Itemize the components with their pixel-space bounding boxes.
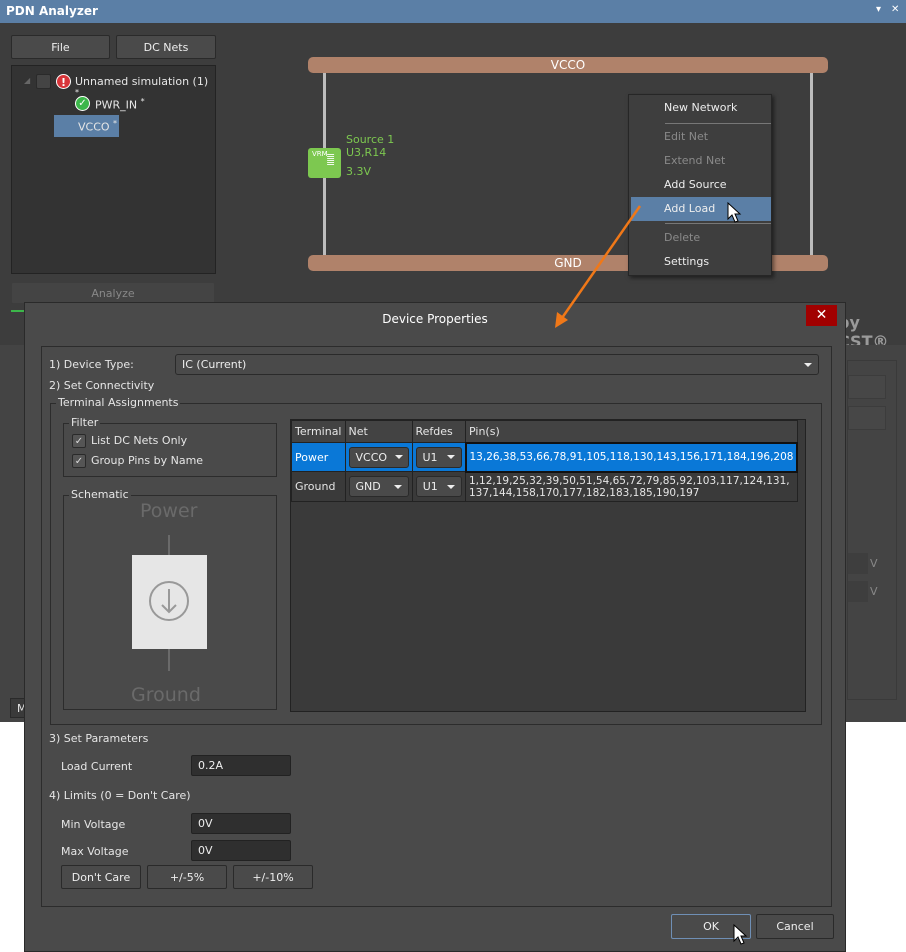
refdes-dropdown[interactable]: U1	[415, 446, 462, 468]
menu-add-source[interactable]: Add Source	[629, 173, 771, 197]
background-panel: V V	[847, 360, 897, 700]
schematic-label: Schematic	[69, 488, 131, 501]
menu-new-network[interactable]: New Network	[629, 96, 771, 120]
branch-line	[810, 73, 813, 255]
menu-settings[interactable]: Settings	[629, 250, 771, 274]
menu-delete[interactable]: Delete	[629, 226, 771, 250]
connectivity-label: 2) Set Connectivity	[49, 379, 155, 392]
chevron-down-icon	[804, 362, 812, 367]
col-refdes[interactable]: Refdes	[411, 420, 466, 443]
window-title: PDN Analyzer	[6, 4, 98, 18]
filter-group	[63, 423, 277, 477]
group-pins-checkbox[interactable]: ✓	[72, 454, 86, 468]
close-icon[interactable]: ✕	[891, 4, 899, 15]
error-icon: !	[56, 74, 71, 89]
terminal-table: Terminal Net Refdes Pin(s) Power VCCO U1…	[290, 419, 806, 712]
terminal-cell: Power	[291, 442, 346, 472]
pins-cell[interactable]: 1,12,19,25,32,39,50,51,54,65,72,79,85,92…	[465, 471, 798, 502]
file-button[interactable]: File	[11, 35, 110, 59]
parameters-label: 3) Set Parameters	[49, 732, 149, 745]
vrm-label: VRM	[312, 150, 328, 158]
max-voltage-input[interactable]: 0V	[191, 840, 291, 861]
menu-edit-net[interactable]: Edit Net	[629, 125, 771, 149]
current-source-icon	[149, 581, 189, 621]
col-terminal[interactable]: Terminal	[291, 420, 346, 443]
plus-minus-10-button[interactable]: +/-10%	[233, 865, 313, 889]
cancel-button[interactable]: Cancel	[756, 914, 834, 939]
mouse-cursor-icon	[727, 202, 742, 223]
limits-label: 4) Limits (0 = Don't Care)	[49, 789, 191, 802]
analyze-button[interactable]: Analyze	[11, 282, 215, 304]
col-net[interactable]: Net	[344, 420, 413, 443]
source-voltage: 3.3V	[346, 165, 372, 178]
group-pins-label: Group Pins by Name	[91, 454, 204, 467]
dialog-close-button[interactable]: ✕	[806, 305, 837, 326]
dc-nets-button[interactable]: DC Nets	[116, 35, 216, 59]
plus-minus-5-button[interactable]: +/-5%	[147, 865, 227, 889]
table-row-power[interactable]: Power VCCO U1 13,26,38,53,66,78,91,105,1…	[291, 441, 799, 473]
refdes-dropdown[interactable]: U1	[415, 476, 462, 497]
load-current-label: Load Current	[61, 760, 133, 773]
table-row-ground[interactable]: Ground GND U1 1,12,19,25,32,39,50,51,54,…	[291, 471, 798, 502]
dont-care-button[interactable]: Don't Care	[61, 865, 141, 889]
col-pins[interactable]: Pin(s)	[465, 420, 798, 443]
tree-item-vcco[interactable]: VCCO *	[54, 115, 119, 137]
simulation-checkbox[interactable]	[36, 74, 51, 89]
net-dropdown[interactable]: VCCO	[348, 446, 409, 468]
source-ref: U3,R14	[346, 146, 387, 159]
terminal-cell: Ground	[291, 471, 346, 502]
context-menu: New Network Edit Net Extend Net Add Sour…	[628, 94, 772, 276]
tree-item-pwr-in[interactable]: PWR_IN *	[95, 97, 145, 112]
schematic-power-label: Power	[140, 500, 198, 522]
device-type-dropdown[interactable]: IC (Current)	[175, 354, 819, 375]
mouse-cursor-icon	[733, 924, 748, 945]
source-info: Source 1 U3,R14 3.3V	[346, 133, 394, 178]
title-bar: PDN Analyzer	[0, 0, 906, 23]
net-dropdown[interactable]: GND	[348, 476, 409, 497]
max-voltage-label: Max Voltage	[61, 845, 129, 858]
device-properties-dialog: Device Properties ✕ 1) Device Type: IC (…	[24, 302, 846, 952]
list-dc-nets-label: List DC Nets Only	[91, 434, 188, 447]
simulation-tree: ◢ ! Unnamed simulation (1) * ✓ PWR_IN * …	[11, 65, 216, 274]
schematic-ground-label: Ground	[131, 684, 201, 706]
vrm-source[interactable]: VRM ≡ ≡	[308, 148, 341, 178]
min-voltage-input[interactable]: 0V	[191, 813, 291, 834]
list-dc-nets-checkbox[interactable]: ✓	[72, 434, 86, 448]
source-name: Source 1	[346, 133, 395, 146]
device-type-label: 1) Device Type:	[49, 358, 134, 371]
vrm-icon: ≡ ≡	[326, 150, 336, 169]
terminal-assignments-label: Terminal Assignments	[56, 396, 181, 409]
min-voltage-label: Min Voltage	[61, 818, 126, 831]
load-current-input[interactable]: 0.2A	[191, 755, 291, 776]
current-load-symbol	[132, 555, 207, 649]
menu-add-load[interactable]: Add Load	[631, 197, 771, 221]
vcco-rail[interactable]: VCCO	[308, 57, 828, 73]
menu-extend-net[interactable]: Extend Net	[629, 149, 771, 173]
collapse-icon[interactable]: ◢	[24, 76, 30, 85]
pins-cell[interactable]: 13,26,38,53,66,78,91,105,118,130,143,156…	[464, 441, 799, 473]
filter-label: Filter	[69, 416, 101, 429]
dialog-title: Device Properties	[382, 312, 488, 326]
check-circle-icon: ✓	[75, 96, 90, 111]
pin-icon[interactable]: ▾	[876, 4, 881, 15]
